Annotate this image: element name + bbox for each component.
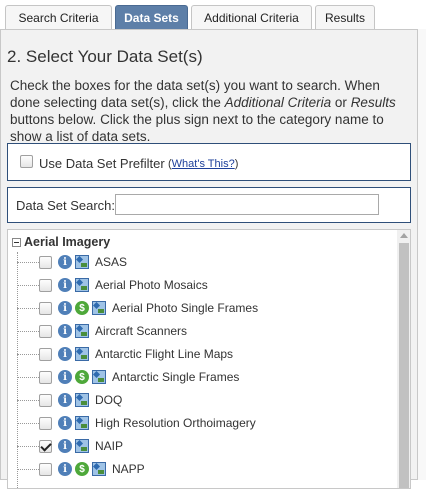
- dataset-label: ASAS: [95, 255, 128, 269]
- dataset-label: NAIP: [95, 439, 124, 453]
- category-header[interactable]: Aerial Imagery: [12, 232, 110, 252]
- map-icon[interactable]: [92, 301, 106, 315]
- dataset-label: High Resolution Orthoimagery: [95, 416, 256, 430]
- collapse-icon[interactable]: [12, 237, 21, 247]
- tree-connector: [17, 468, 39, 470]
- page-edge: [418, 29, 426, 480]
- list-item: i Antarctic Flight Line Maps: [17, 344, 387, 364]
- list-item: i $ Aerial Photo Single Frames: [17, 298, 387, 318]
- info-icon[interactable]: i: [58, 301, 72, 315]
- tab-label: Search Criteria: [18, 10, 99, 25]
- tab-additional-criteria[interactable]: Additional Criteria: [191, 5, 312, 29]
- instructions-part: or: [331, 95, 351, 110]
- info-icon[interactable]: i: [58, 462, 72, 476]
- scrollbar-thumb[interactable]: [399, 243, 409, 488]
- dataset-checkbox[interactable]: [39, 462, 52, 476]
- info-icon[interactable]: i: [58, 439, 72, 453]
- dollar-icon[interactable]: $: [75, 370, 89, 384]
- info-icon[interactable]: i: [58, 255, 72, 269]
- tree-scrollbar[interactable]: [397, 230, 410, 488]
- map-icon[interactable]: [92, 462, 106, 476]
- dataset-checkbox[interactable]: [39, 324, 52, 338]
- list-item: i High Resolution Orthoimagery: [17, 413, 387, 433]
- dataset-checkbox[interactable]: [39, 393, 52, 407]
- map-icon[interactable]: [75, 324, 89, 338]
- data-sets-panel: 2. Select Your Data Set(s) Check the box…: [0, 29, 418, 489]
- list-item: i NAIP: [17, 436, 387, 456]
- list-item: i DOQ: [17, 390, 387, 410]
- tree-connector: [17, 445, 39, 447]
- map-icon[interactable]: [75, 347, 89, 361]
- dataset-search-label: Data Set Search:: [16, 198, 115, 213]
- dataset-label: Aircraft Scanners: [95, 324, 188, 338]
- info-icon[interactable]: i: [58, 416, 72, 430]
- prefilter-checkbox[interactable]: [20, 155, 33, 168]
- dataset-checkbox[interactable]: [39, 347, 52, 361]
- tree-connector: [17, 330, 39, 332]
- tree-connector: [17, 261, 39, 263]
- tree-connector: [17, 376, 39, 378]
- dataset-checkbox[interactable]: [39, 255, 52, 269]
- dataset-search-input[interactable]: [115, 194, 379, 215]
- dataset-label: DOQ: [95, 393, 123, 407]
- info-icon[interactable]: i: [58, 370, 72, 384]
- dollar-icon[interactable]: $: [75, 301, 89, 315]
- tree-connector: [17, 353, 39, 355]
- whats-this-link[interactable]: What's This?: [172, 158, 235, 170]
- dataset-checkbox[interactable]: [39, 278, 52, 292]
- dollar-icon[interactable]: $: [75, 462, 89, 476]
- list-item: i Aircraft Scanners: [17, 321, 387, 341]
- info-icon[interactable]: i: [58, 393, 72, 407]
- dataset-label: NAPP: [112, 462, 145, 476]
- tab-label: Data Sets: [124, 10, 179, 25]
- instructions-part: buttons below. Click the plus sign next …: [10, 112, 384, 144]
- map-icon[interactable]: [75, 255, 89, 269]
- whats-this-wrapper: (What's This?): [168, 158, 238, 170]
- map-icon[interactable]: [75, 278, 89, 292]
- tree-connector: [17, 307, 39, 309]
- tab-search-criteria[interactable]: Search Criteria: [5, 5, 112, 29]
- info-icon[interactable]: i: [58, 324, 72, 338]
- list-item: i $ NAPP: [17, 459, 387, 479]
- page-title: 2. Select Your Data Set(s): [7, 47, 203, 66]
- dataset-label: Aerial Photo Mosaics: [95, 278, 208, 292]
- tab-label: Additional Criteria: [204, 10, 299, 25]
- info-icon[interactable]: i: [58, 278, 72, 292]
- map-icon[interactable]: [75, 393, 89, 407]
- instructions-text: Check the boxes for the data set(s) you …: [10, 77, 410, 145]
- map-icon[interactable]: [75, 439, 89, 453]
- dataset-checkbox[interactable]: [39, 416, 52, 430]
- tab-data-sets[interactable]: Data Sets: [115, 5, 188, 29]
- prefilter-label: Use Data Set Prefilter: [39, 156, 165, 171]
- tab-results[interactable]: Results: [315, 5, 375, 29]
- prefilter-box: Use Data Set Prefilter (What's This?): [7, 143, 411, 181]
- tree-connector: [17, 284, 39, 286]
- list-item: i $ Antarctic Single Frames: [17, 367, 387, 387]
- list-item: i Aerial Photo Mosaics: [17, 275, 387, 295]
- map-icon[interactable]: [92, 370, 106, 384]
- instructions-emphasis-additional: Additional Criteria: [224, 95, 332, 110]
- dataset-label: Aerial Photo Single Frames: [112, 301, 259, 315]
- dataset-label: Antarctic Flight Line Maps: [95, 347, 234, 361]
- dataset-checkbox-checked[interactable]: [39, 439, 52, 453]
- category-name: Aerial Imagery: [24, 235, 111, 249]
- list-item: i ASAS: [17, 252, 387, 272]
- dataset-label: Antarctic Single Frames: [112, 370, 240, 384]
- tree-connector: [17, 399, 39, 401]
- dataset-checkbox[interactable]: [39, 301, 52, 315]
- dataset-search-box: Data Set Search:: [7, 187, 411, 223]
- tab-label: Results: [324, 10, 365, 25]
- instructions-emphasis-results: Results: [350, 95, 396, 110]
- dataset-tree: Aerial Imagery i ASAS i Aerial Photo Mos…: [7, 229, 411, 489]
- tab-bar: Search Criteria Data Sets Additional Cri…: [0, 0, 426, 29]
- dataset-checkbox[interactable]: [39, 370, 52, 384]
- scroll-up-icon[interactable]: [400, 233, 408, 238]
- paren-close: ): [234, 158, 239, 170]
- info-icon[interactable]: i: [58, 347, 72, 361]
- map-icon[interactable]: [75, 416, 89, 430]
- tree-connector: [17, 422, 39, 424]
